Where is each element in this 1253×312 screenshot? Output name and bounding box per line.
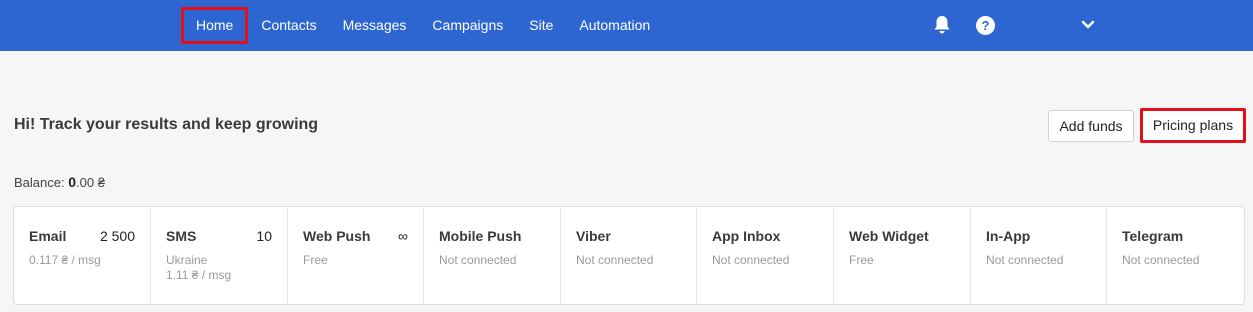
channel-price: 1.11 ₴ / msg [166, 268, 232, 282]
channel-subtext: Ukraine 1.11 ₴ / msg [166, 253, 272, 283]
channel-name: Viber [576, 228, 611, 244]
channel-mobile-push[interactable]: Mobile Push Not connected [424, 207, 561, 304]
nav-item-site[interactable]: Site [516, 7, 566, 44]
nav-item-contacts[interactable]: Contacts [248, 7, 329, 44]
channel-count: 10 [256, 228, 272, 244]
channel-name: Web Widget [849, 228, 929, 244]
channel-country: Ukraine [166, 253, 208, 267]
channel-in-app[interactable]: In-App Not connected [971, 207, 1107, 304]
add-funds-button[interactable]: Add funds [1048, 110, 1134, 142]
balance-label: Balance: [14, 175, 65, 190]
balance: Balance: 0.00 ₴ [14, 174, 105, 190]
top-navigation-bar: Home Contacts Messages Campaigns Site Au… [0, 0, 1253, 51]
channel-subtext: Not connected [1122, 253, 1200, 267]
channel-name: In-App [986, 228, 1031, 244]
svg-text:?: ? [982, 18, 990, 33]
channel-subtext: Not connected [712, 253, 790, 267]
channel-subtext: 0.117 ₴ / msg [29, 253, 101, 267]
channel-name: Telegram [1122, 228, 1184, 244]
balance-fraction: .00 ₴ [76, 175, 105, 190]
channel-name: Mobile Push [439, 228, 522, 244]
nav-item-automation[interactable]: Automation [566, 7, 663, 44]
channel-name: App Inbox [712, 228, 781, 244]
nav-item-campaigns[interactable]: Campaigns [419, 7, 516, 44]
channel-subtext: Not connected [576, 253, 654, 267]
channel-sms[interactable]: SMS 10 Ukraine 1.11 ₴ / msg [151, 207, 288, 304]
channel-viber[interactable]: Viber Not connected [561, 207, 697, 304]
channel-name: Web Push [303, 228, 371, 244]
channel-count: ∞ [398, 228, 408, 244]
channel-email[interactable]: Email 2 500 0.117 ₴ / msg [14, 207, 151, 304]
page-greeting: Hi! Track your results and keep growing [14, 116, 319, 133]
channel-subtext: Not connected [986, 253, 1064, 267]
balance-whole: 0 [68, 174, 77, 190]
channel-subtext: Free [303, 253, 328, 267]
channel-web-widget[interactable]: Web Widget Free [834, 207, 971, 304]
chevron-down-icon[interactable] [1081, 19, 1095, 31]
nav-item-messages[interactable]: Messages [330, 7, 420, 44]
nav-item-home[interactable]: Home [181, 7, 249, 44]
channels-panel: Email 2 500 0.117 ₴ / msg SMS 10 Ukraine… [13, 206, 1245, 305]
main-nav: Home Contacts Messages Campaigns Site Au… [181, 7, 663, 44]
channel-web-push[interactable]: Web Push ∞ Free [288, 207, 424, 304]
channel-telegram[interactable]: Telegram Not connected [1107, 207, 1244, 304]
channel-subtext: Not connected [439, 253, 517, 267]
bell-icon[interactable] [933, 15, 951, 35]
channel-subtext: Free [849, 253, 874, 267]
pricing-plans-button[interactable]: Pricing plans [1140, 108, 1246, 143]
help-icon[interactable]: ? [976, 16, 995, 35]
channel-count: 2 500 [99, 228, 135, 244]
channel-app-inbox[interactable]: App Inbox Not connected [697, 207, 834, 304]
